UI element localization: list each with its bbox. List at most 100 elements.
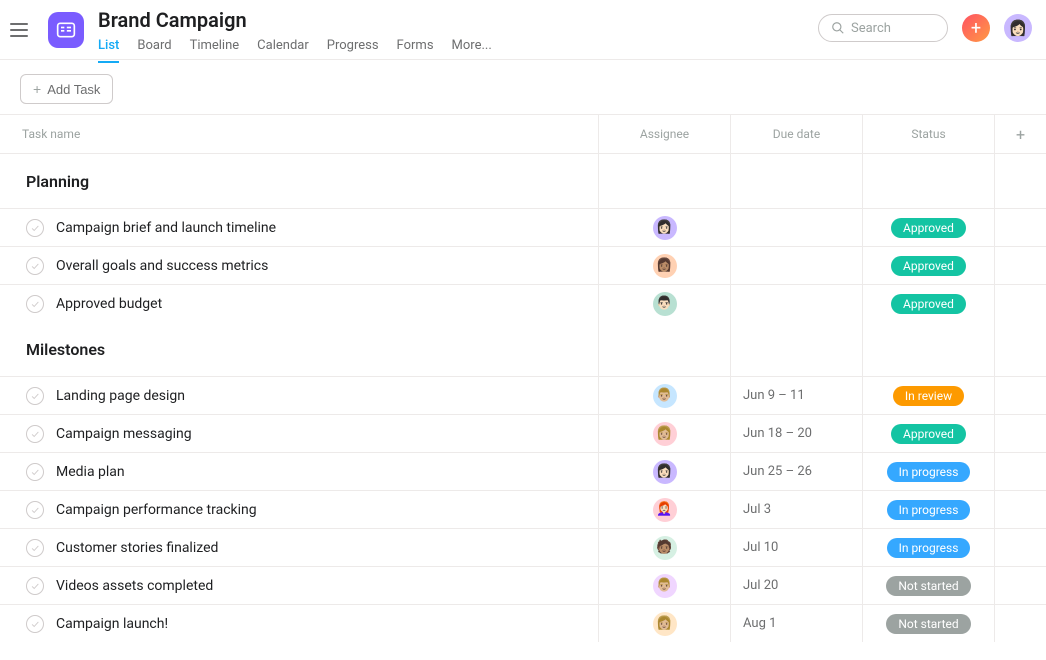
view-tabs: List Board Timeline Calendar Progress Forms Mo…: [98, 38, 818, 63]
due-date-cell[interactable]: Jul 3: [730, 491, 862, 528]
task-name: Media plan: [56, 464, 125, 480]
task-row[interactable]: Overall goals and success metrics 👩🏽 Appro…: [0, 246, 1046, 284]
assignee-avatar: 👨🏼: [653, 384, 677, 408]
complete-toggle[interactable]: [26, 257, 44, 275]
complete-toggle[interactable]: [26, 539, 44, 557]
assignee-cell[interactable]: 👩🏼: [598, 605, 730, 642]
add-task-label: Add Task: [47, 82, 100, 97]
status-pill: In review: [893, 386, 964, 406]
row-actions: [994, 285, 1046, 322]
due-date-cell[interactable]: Jun 9 – 11: [730, 377, 862, 414]
task-row[interactable]: Videos assets completed 👨🏼Jul 20Not start…: [0, 566, 1046, 604]
status-pill: In progress: [887, 500, 971, 520]
assignee-cell[interactable]: 👩🏼: [598, 415, 730, 452]
task-row[interactable]: Customer stories finalized 🧑🏽 Jul 10 In pro…: [0, 528, 1046, 566]
tab-more[interactable]: More...: [452, 38, 492, 63]
row-actions: [994, 209, 1046, 246]
row-actions: [994, 453, 1046, 490]
project-header: Brand Campaign List Board Timeline Calendar…: [98, 6, 818, 63]
section-header[interactable]: Planning: [0, 154, 1046, 208]
status-cell[interactable]: In progress: [862, 453, 994, 490]
row-actions: [994, 491, 1046, 528]
section-header[interactable]: Milestones: [0, 322, 1046, 376]
assignee-avatar: 👩🏽: [653, 254, 677, 278]
assignee-cell[interactable]: 👨🏼: [598, 377, 730, 414]
status-cell[interactable]: In review: [862, 377, 994, 414]
task-name: Campaign messaging: [56, 426, 192, 442]
add-task-button[interactable]: + Add Task: [20, 74, 113, 104]
status-cell[interactable]: Approved: [862, 247, 994, 284]
task-name: Overall goals and success metrics: [56, 258, 268, 274]
toolbar: + Add Task: [0, 60, 1046, 114]
assignee-avatar: 👩🏼: [653, 422, 677, 446]
row-actions: [994, 529, 1046, 566]
task-row[interactable]: Media plan 👩🏻Jun 25 – 26In progress: [0, 452, 1046, 490]
complete-toggle[interactable]: [26, 615, 44, 633]
section-title: Planning: [0, 154, 598, 208]
complete-toggle[interactable]: [26, 577, 44, 595]
task-row[interactable]: Campaign brief and launch timeline👩🏻Appr…: [0, 208, 1046, 246]
user-avatar[interactable]: 👩🏻: [1004, 14, 1032, 42]
assignee-cell[interactable]: 👩🏻: [598, 453, 730, 490]
task-row[interactable]: Campaign launch!👩🏼Aug 1Not started: [0, 604, 1046, 642]
status-pill: In progress: [887, 538, 971, 558]
status-pill: Approved: [891, 218, 966, 238]
complete-toggle[interactable]: [26, 425, 44, 443]
status-cell[interactable]: In progress: [862, 529, 994, 566]
tab-forms[interactable]: Forms: [397, 38, 434, 63]
task-grid: Task name Assignee Due date Status + Pla…: [0, 114, 1046, 642]
assignee-cell[interactable]: 👨🏻: [598, 285, 730, 322]
task-row[interactable]: Landing page design 👨🏼 Jun 9 – 11 In review: [0, 376, 1046, 414]
section-title: Milestones: [0, 322, 598, 376]
search-icon: [831, 21, 845, 35]
topbar: Brand Campaign List Board Timeline Calendar…: [0, 0, 1046, 60]
add-column-button[interactable]: +: [994, 115, 1046, 153]
hamburger-icon[interactable]: [10, 18, 34, 42]
status-cell[interactable]: Approved: [862, 209, 994, 246]
status-cell[interactable]: Not started: [862, 567, 994, 604]
tab-board[interactable]: Board: [137, 38, 171, 63]
tab-calendar[interactable]: Calendar: [257, 38, 309, 63]
complete-toggle[interactable]: [26, 295, 44, 313]
assignee-avatar: 🧑🏽: [653, 536, 677, 560]
due-date-cell[interactable]: Aug 1: [730, 605, 862, 642]
column-header-row: Task name Assignee Due date Status +: [0, 114, 1046, 154]
assignee-avatar: 👨🏻: [653, 292, 677, 316]
due-date-cell[interactable]: Jul 10: [730, 529, 862, 566]
assignee-cell[interactable]: 🧑🏽: [598, 529, 730, 566]
row-actions: [994, 415, 1046, 452]
column-header-assignee: Assignee: [598, 115, 730, 153]
due-date-cell[interactable]: [730, 247, 862, 284]
row-actions: [994, 377, 1046, 414]
assignee-cell[interactable]: 👩🏻: [598, 209, 730, 246]
status-cell[interactable]: In progress: [862, 491, 994, 528]
assignee-cell[interactable]: 👩🏽: [598, 247, 730, 284]
task-name: Customer stories finalized: [56, 540, 218, 556]
complete-toggle[interactable]: [26, 501, 44, 519]
due-date-cell[interactable]: [730, 285, 862, 322]
global-create-button[interactable]: +: [962, 14, 990, 42]
tab-progress[interactable]: Progress: [327, 38, 379, 63]
due-date-cell[interactable]: [730, 209, 862, 246]
status-cell[interactable]: Approved: [862, 415, 994, 452]
status-pill: Approved: [891, 294, 966, 314]
complete-toggle[interactable]: [26, 219, 44, 237]
task-name: Landing page design: [56, 388, 185, 404]
project-title: Brand Campaign: [98, 8, 818, 32]
task-name: Videos assets completed: [56, 578, 213, 594]
status-cell[interactable]: Approved: [862, 285, 994, 322]
task-row[interactable]: Approved budget👨🏻Approved: [0, 284, 1046, 322]
task-row[interactable]: Campaign messaging 👩🏼 Jun 18 – 20Approved: [0, 414, 1046, 452]
tab-timeline[interactable]: Timeline: [190, 38, 240, 63]
tab-list[interactable]: List: [98, 38, 119, 63]
due-date-cell[interactable]: Jun 18 – 20: [730, 415, 862, 452]
due-date-cell[interactable]: Jun 25 – 26: [730, 453, 862, 490]
complete-toggle[interactable]: [26, 387, 44, 405]
assignee-cell[interactable]: 👨🏼: [598, 567, 730, 604]
task-row[interactable]: Campaign performance tracking👩🏻‍🦰Jul 3In…: [0, 490, 1046, 528]
search-input[interactable]: Search: [818, 14, 948, 42]
complete-toggle[interactable]: [26, 463, 44, 481]
status-cell[interactable]: Not started: [862, 605, 994, 642]
due-date-cell[interactable]: Jul 20: [730, 567, 862, 604]
assignee-cell[interactable]: 👩🏻‍🦰: [598, 491, 730, 528]
